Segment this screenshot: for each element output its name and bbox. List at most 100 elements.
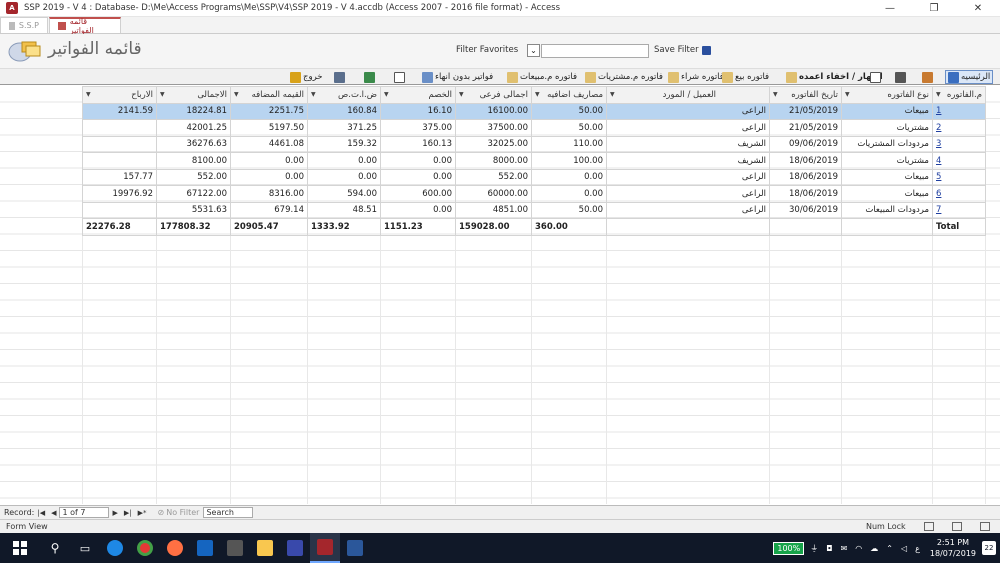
type-cell[interactable]: مبيعات [841, 185, 933, 203]
party-cell[interactable]: الراعى [606, 168, 770, 186]
no-filter-button[interactable]: ⊘ No Filter [158, 508, 200, 517]
show-hide-columns-button[interactable]: اظهار / اخفاء اعمده [786, 70, 883, 84]
vat-cell[interactable]: 0.00 [230, 168, 308, 186]
profit-cell[interactable]: 19976.92 [82, 185, 157, 203]
next-record-button[interactable]: ▶ [109, 509, 120, 517]
col-header-extra[interactable]: ▼ مصاريف اضافيه [531, 86, 607, 104]
subtotal-cell[interactable]: 16100.00 [455, 102, 532, 120]
tax-cell[interactable]: 0.00 [307, 152, 381, 170]
vat-cell[interactable]: 5197.50 [230, 119, 308, 137]
firefox-app[interactable] [160, 533, 190, 563]
dropdown-arrow-icon[interactable]: ▼ [160, 91, 165, 98]
form-view-icon[interactable] [924, 522, 934, 531]
search-input[interactable]: Search [203, 507, 254, 518]
usb-icon[interactable]: ⏚ [810, 543, 818, 554]
tab-invoice-list[interactable]: قائمه الفواتير [49, 17, 121, 35]
col-header-type[interactable]: ▼ نوع الفاتوره [841, 86, 933, 104]
subtotal-cell[interactable]: 32025.00 [455, 135, 532, 153]
profit-cell[interactable]: 2141.59 [82, 102, 157, 120]
subtotal-cell[interactable]: 37500.00 [455, 119, 532, 137]
word-app[interactable] [340, 533, 370, 563]
start-button[interactable] [0, 533, 40, 563]
minimize-button[interactable]: — [868, 0, 912, 17]
col-header-vat[interactable]: ▼ القيمه المضافه [230, 86, 308, 104]
edge-app[interactable] [100, 533, 130, 563]
sales-returns-invoice-button[interactable]: فاتوره م.مبيعات [507, 70, 577, 84]
binoculars-button[interactable] [895, 70, 906, 84]
party-cell[interactable]: الراعى [606, 201, 770, 219]
invoice-no-link[interactable]: 7 [932, 201, 986, 219]
invoice-no-link[interactable]: 2 [932, 119, 986, 137]
home-button[interactable]: الرئيسيه [945, 70, 994, 84]
profit-cell[interactable] [82, 119, 157, 137]
task-view-button[interactable]: ▭ [70, 533, 100, 563]
chevron-up-icon[interactable]: ⌃ [886, 544, 893, 553]
clock[interactable]: 2:51 PM 18/07/2019 [930, 537, 976, 559]
tax-cell[interactable]: 0.00 [307, 168, 381, 186]
table-row[interactable]: 19976.92 67122.00 8316.00 594.00 600.00 … [82, 185, 986, 203]
filter-favorites-input[interactable] [541, 44, 649, 58]
party-cell[interactable]: الشريف [606, 135, 770, 153]
extra-cell[interactable]: 0.00 [531, 168, 607, 186]
type-cell[interactable]: مبيعات [841, 102, 933, 120]
grid-view-button[interactable] [870, 70, 881, 84]
exit-button[interactable]: خروج [290, 70, 323, 84]
purchase-invoice-button[interactable]: فاتوره شراء [668, 70, 724, 84]
col-header-total[interactable]: ▼ الاجمالى [156, 86, 231, 104]
cloud-icon[interactable]: ☁ [870, 544, 878, 553]
calculator-app[interactable] [220, 533, 250, 563]
total-cell[interactable]: 36276.63 [156, 135, 231, 153]
discount-cell[interactable]: 600.00 [380, 185, 456, 203]
dropdown-arrow-icon[interactable]: ▼ [86, 91, 91, 98]
maximize-button[interactable]: ❐ [912, 0, 956, 17]
total-cell[interactable]: 42001.25 [156, 119, 231, 137]
type-cell[interactable]: مشتريات [841, 152, 933, 170]
table-row[interactable]: 2141.59 18224.81 2251.75 160.84 16.10 16… [82, 102, 986, 120]
party-cell[interactable]: الراعى [606, 102, 770, 120]
vat-cell[interactable]: 679.14 [230, 201, 308, 219]
dropdown-arrow-icon[interactable]: ▼ [610, 91, 615, 98]
date-cell[interactable]: 09/06/2019 [769, 135, 842, 153]
col-header-date[interactable]: ▼ تاريخ الفاتوره [769, 86, 842, 104]
close-button[interactable]: ✕ [956, 0, 1000, 17]
extra-cell[interactable]: 50.00 [531, 102, 607, 120]
table-row[interactable]: 8100.00 0.00 0.00 0.00 8000.00 100.00 ال… [82, 152, 986, 170]
tab-ssp[interactable]: S.S.P [0, 17, 48, 33]
tax-cell[interactable]: 160.84 [307, 102, 381, 120]
party-cell[interactable]: الراعى [606, 185, 770, 203]
layout-view-icon[interactable] [980, 522, 990, 531]
first-record-button[interactable]: |◀ [34, 509, 48, 517]
export-button[interactable] [364, 70, 375, 84]
dropdown-arrow-icon[interactable]: ▼ [845, 91, 850, 98]
type-cell[interactable]: مردودات المشتريات [841, 135, 933, 153]
discount-cell[interactable]: 16.10 [380, 102, 456, 120]
volume-icon[interactable]: ◁ [901, 544, 907, 553]
search-button[interactable]: ⚲ [40, 533, 70, 563]
invoice-no-link[interactable]: 3 [932, 135, 986, 153]
vat-cell[interactable]: 0.00 [230, 152, 308, 170]
table-row[interactable]: 157.77 552.00 0.00 0.00 0.00 552.00 0.00… [82, 168, 986, 186]
date-cell[interactable]: 18/06/2019 [769, 152, 842, 170]
type-cell[interactable]: مبيعات [841, 168, 933, 186]
vat-cell[interactable]: 8316.00 [230, 185, 308, 203]
date-cell[interactable]: 21/05/2019 [769, 102, 842, 120]
extra-cell[interactable]: 0.00 [531, 185, 607, 203]
total-cell[interactable]: 8100.00 [156, 152, 231, 170]
subtotal-cell[interactable]: 60000.00 [455, 185, 532, 203]
datasheet-view-icon[interactable] [952, 522, 962, 531]
tax-cell[interactable]: 48.51 [307, 201, 381, 219]
col-header-party[interactable]: ▼ العميل / المورد [606, 86, 770, 104]
table-row[interactable]: 5531.63 679.14 48.51 0.00 4851.00 50.00 … [82, 201, 986, 219]
total-cell[interactable]: 67122.00 [156, 185, 231, 203]
wifi-icon[interactable]: ◠ [855, 544, 862, 553]
dropdown-arrow-icon[interactable]: ▼ [384, 91, 389, 98]
preview-button[interactable] [394, 70, 405, 84]
last-record-button[interactable]: ▶| [121, 509, 135, 517]
dropdown-arrow-icon[interactable]: ▼ [535, 91, 540, 98]
profit-cell[interactable] [82, 135, 157, 153]
tax-cell[interactable]: 371.25 [307, 119, 381, 137]
col-header-subtotal[interactable]: ▼ اجمالى فرعى [455, 86, 532, 104]
invoice-no-link[interactable]: 4 [932, 152, 986, 170]
col-header-tax[interactable]: ▼ ض.ا.ت.ص [307, 86, 381, 104]
dropdown-arrow-icon[interactable]: ▼ [234, 91, 239, 98]
